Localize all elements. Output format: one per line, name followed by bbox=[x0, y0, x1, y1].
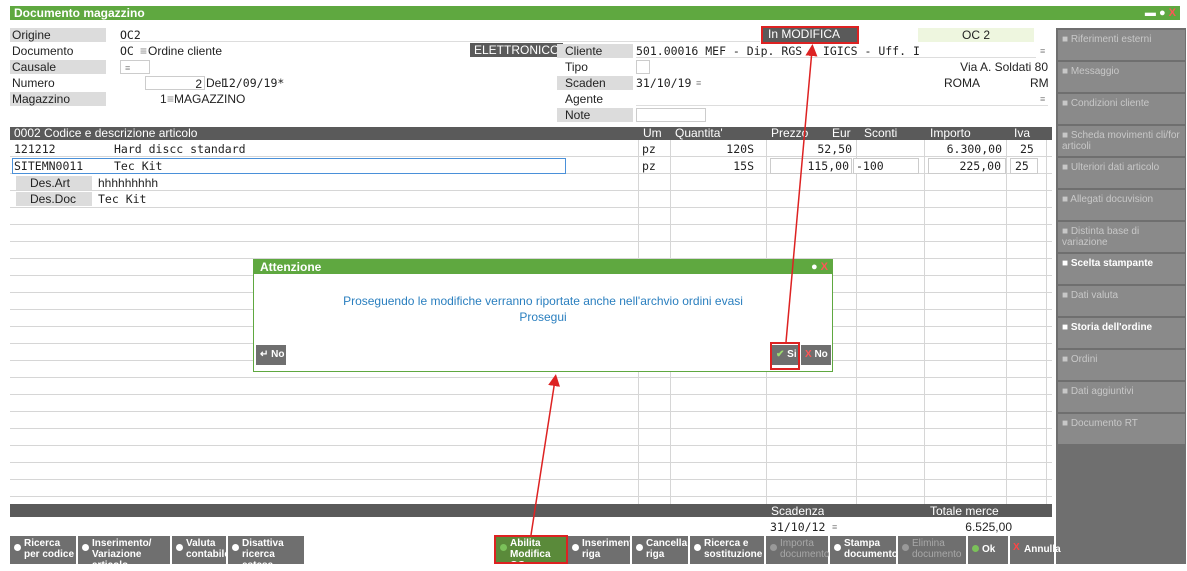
annotation-arrows bbox=[530, 44, 818, 536]
